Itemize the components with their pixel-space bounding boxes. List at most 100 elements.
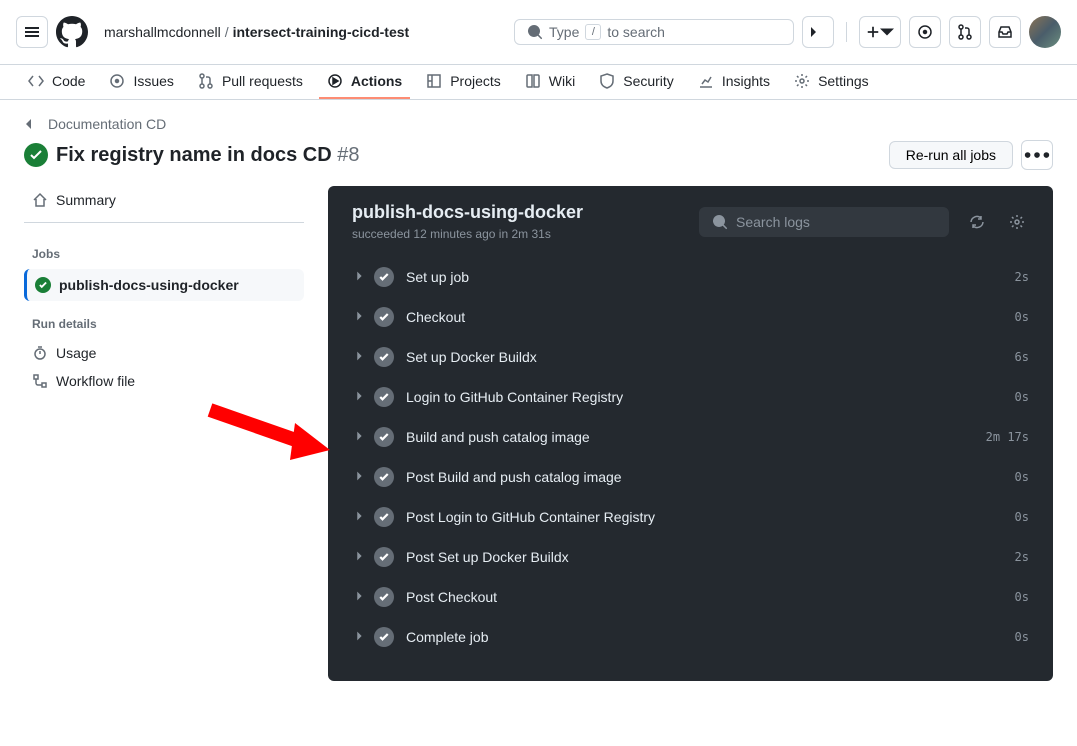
breadcrumb: marshallmcdonnell / intersect-training-c… <box>104 24 409 40</box>
log-subtitle: succeeded 12 minutes ago in 2m 31s <box>352 227 683 241</box>
nav-code-label: Code <box>52 73 85 89</box>
chevron-right-icon <box>352 509 366 526</box>
check-icon <box>28 147 44 163</box>
log-step[interactable]: Build and push catalog image 2m 17s <box>344 417 1037 457</box>
search-kbd: / <box>585 24 601 40</box>
chevron-right-icon <box>352 589 366 606</box>
log-step[interactable]: Set up job 2s <box>344 257 1037 297</box>
log-step[interactable]: Complete job 0s <box>344 617 1037 657</box>
step-duration: 0s <box>1015 390 1029 404</box>
log-refresh-button[interactable] <box>965 210 989 234</box>
search-input[interactable]: Type / to search <box>514 19 794 45</box>
github-logo[interactable] <box>56 16 88 48</box>
sidebar-usage-label: Usage <box>56 345 96 361</box>
log-title: publish-docs-using-docker <box>352 202 683 223</box>
step-name: Post Login to GitHub Container Registry <box>406 509 1015 525</box>
step-status-icon <box>374 587 394 607</box>
log-settings-button[interactable] <box>1005 210 1029 234</box>
log-in: in <box>499 227 508 241</box>
header-divider <box>846 22 847 42</box>
run-header: Fix registry name in docs CD #8 Re-run a… <box>24 140 1053 170</box>
step-name: Login to GitHub Container Registry <box>406 389 1015 405</box>
step-status-icon <box>374 267 394 287</box>
code-icon <box>28 73 44 89</box>
run-menu-button[interactable] <box>1021 140 1053 170</box>
kebab-icon <box>1022 140 1052 170</box>
step-duration: 0s <box>1015 470 1029 484</box>
notifications-button[interactable] <box>989 16 1021 48</box>
log-step[interactable]: Post Set up Docker Buildx 2s <box>344 537 1037 577</box>
nav-wiki[interactable]: Wiki <box>517 65 583 99</box>
nav-pull-requests[interactable]: Pull requests <box>190 65 311 99</box>
step-duration: 0s <box>1015 310 1029 324</box>
step-status-icon <box>374 387 394 407</box>
back-link[interactable]: Documentation CD <box>24 116 166 132</box>
nav-issues[interactable]: Issues <box>101 65 181 99</box>
back-label: Documentation CD <box>48 116 166 132</box>
step-status-icon <box>374 547 394 567</box>
create-new-button[interactable] <box>859 16 901 48</box>
hamburger-icon <box>24 24 40 40</box>
nav-actions[interactable]: Actions <box>319 65 410 99</box>
nav-projects[interactable]: Projects <box>418 65 509 99</box>
repo-nav: Code Issues Pull requests Actions Projec… <box>0 65 1077 100</box>
main-body: Summary Jobs publish-docs-using-docker R… <box>24 186 1053 681</box>
step-status-icon <box>374 307 394 327</box>
search-icon <box>527 24 543 40</box>
book-icon <box>525 73 541 89</box>
log-step[interactable]: Post Checkout 0s <box>344 577 1037 617</box>
sidebar: Summary Jobs publish-docs-using-docker R… <box>24 186 304 681</box>
log-step[interactable]: Post Login to GitHub Container Registry … <box>344 497 1037 537</box>
log-header: publish-docs-using-docker succeeded 12 m… <box>328 186 1053 257</box>
issue-icon <box>917 24 933 40</box>
hamburger-menu[interactable] <box>16 16 48 48</box>
project-icon <box>426 73 442 89</box>
job-status-icon <box>35 277 51 293</box>
log-step[interactable]: Post Build and push catalog image 0s <box>344 457 1037 497</box>
sidebar-summary[interactable]: Summary <box>24 186 304 214</box>
log-search-placeholder: Search logs <box>736 214 810 230</box>
nav-security[interactable]: Security <box>591 65 682 99</box>
workflow-icon <box>32 373 48 389</box>
nav-projects-label: Projects <box>450 73 501 89</box>
step-name: Build and push catalog image <box>406 429 986 445</box>
breadcrumb-owner[interactable]: marshallmcdonnell <box>104 24 221 40</box>
github-icon <box>56 16 88 48</box>
log-step[interactable]: Checkout 0s <box>344 297 1037 337</box>
issues-button[interactable] <box>909 16 941 48</box>
nav-wiki-label: Wiki <box>549 73 575 89</box>
breadcrumb-repo[interactable]: intersect-training-cicd-test <box>233 24 410 40</box>
inbox-icon <box>997 24 1013 40</box>
pull-requests-button[interactable] <box>949 16 981 48</box>
log-step[interactable]: Set up Docker Buildx 6s <box>344 337 1037 377</box>
step-name: Checkout <box>406 309 1015 325</box>
step-status-icon <box>374 467 394 487</box>
nav-code[interactable]: Code <box>20 65 93 99</box>
home-icon <box>32 192 48 208</box>
nav-settings[interactable]: Settings <box>786 65 877 99</box>
command-palette-button[interactable] <box>802 16 834 48</box>
step-status-icon <box>374 347 394 367</box>
sidebar-workflow-file[interactable]: Workflow file <box>24 367 304 395</box>
run-number: #8 <box>337 144 359 166</box>
user-avatar[interactable] <box>1029 16 1061 48</box>
breadcrumb-separator: / <box>225 24 229 40</box>
log-search-input[interactable]: Search logs <box>699 207 949 237</box>
nav-insights[interactable]: Insights <box>690 65 778 99</box>
chevron-right-icon <box>352 389 366 406</box>
sidebar-usage[interactable]: Usage <box>24 339 304 367</box>
gear-icon <box>1009 214 1025 230</box>
log-step[interactable]: Login to GitHub Container Registry 0s <box>344 377 1037 417</box>
play-icon <box>327 73 343 89</box>
log-steps: Set up job 2s Checkout 0s Set up Docker … <box>328 257 1053 681</box>
step-name: Set up Docker Buildx <box>406 349 1015 365</box>
terminal-icon <box>810 24 826 40</box>
sidebar-job-item[interactable]: publish-docs-using-docker <box>24 269 304 301</box>
step-name: Post Set up Docker Buildx <box>406 549 1015 565</box>
log-status: succeeded <box>352 227 410 241</box>
sidebar-divider <box>24 222 304 223</box>
rerun-button[interactable]: Re-run all jobs <box>889 141 1013 169</box>
chevron-right-icon <box>352 309 366 326</box>
step-duration: 2s <box>1015 270 1029 284</box>
step-duration: 0s <box>1015 630 1029 644</box>
